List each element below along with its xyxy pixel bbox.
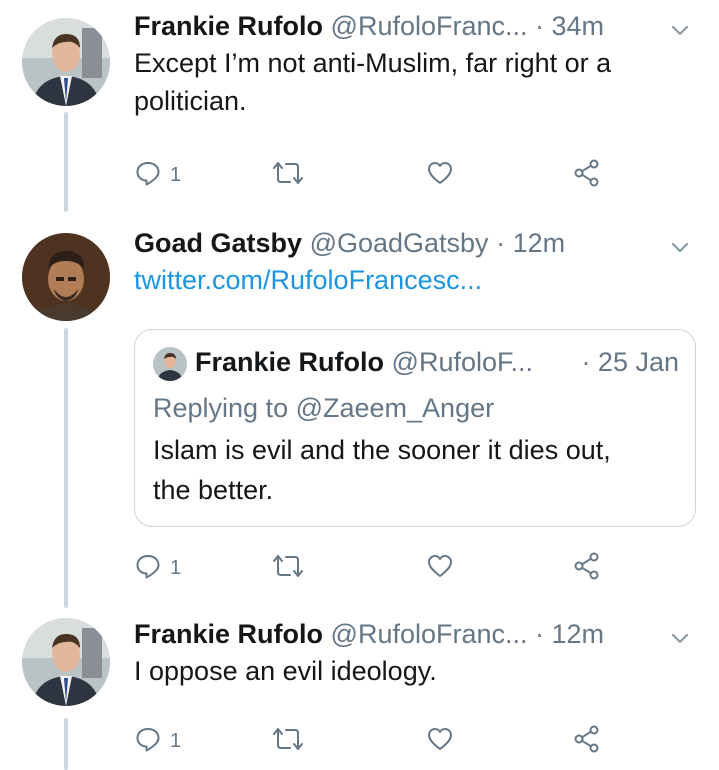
tweet-actions: 1 <box>134 551 614 586</box>
tweet[interactable]: Frankie Rufolo @RufoloFranc... · 34m Exc… <box>0 0 719 205</box>
share-button[interactable] <box>572 551 602 586</box>
reply-button[interactable]: 1 <box>134 553 181 583</box>
tweet-text: I oppose an evil ideology. <box>134 652 699 690</box>
quoted-text-line: Islam is evil and the sooner it dies out… <box>153 435 611 465</box>
tweet-text-line: I oppose an evil ideology. <box>134 656 437 686</box>
author-handle[interactable]: @RufoloFranc... <box>331 11 528 41</box>
reply-count: 1 <box>170 163 182 186</box>
tweet-time[interactable]: · 12m <box>496 228 565 258</box>
share-icon <box>572 724 602 759</box>
avatar[interactable] <box>22 18 110 106</box>
author-name[interactable]: Goad Gatsby <box>134 228 302 258</box>
retweet-icon <box>272 159 304 192</box>
tweet-header: Frankie Rufolo @RufoloFranc... · 34m <box>134 8 699 44</box>
author-handle[interactable]: @GoadGatsby <box>310 228 489 258</box>
reply-icon <box>134 725 162 758</box>
retweet-button[interactable] <box>272 160 304 190</box>
quoted-tweet[interactable]: Frankie Rufolo @RufoloF... · 25 Jan Repl… <box>134 329 696 527</box>
tweet-actions: 1 <box>134 158 614 193</box>
reply-count: 1 <box>170 556 182 579</box>
replying-to: Replying to @Zaeem_Anger <box>153 393 495 423</box>
reply-count: 1 <box>170 729 182 752</box>
reply-icon <box>134 552 162 585</box>
quoted-text-line: the better. <box>153 475 274 505</box>
heart-icon <box>426 552 454 585</box>
tweet-actions: 1 <box>134 724 614 759</box>
quoted-author-handle: @RufoloF... <box>391 347 533 377</box>
author-name[interactable]: Frankie Rufolo <box>134 11 323 41</box>
tweet-text-line: Except I’m not anti-Muslim, far right or… <box>134 48 612 78</box>
tweet-link[interactable]: twitter.com/RufoloFrancesc... <box>134 261 699 299</box>
share-icon <box>572 551 602 586</box>
tweet-text: Except I’m not anti-Muslim, far right or… <box>134 44 699 120</box>
tweet-header: Frankie Rufolo @RufoloFranc... · 12m <box>134 616 699 652</box>
heart-icon <box>426 725 454 758</box>
quoted-author-name: Frankie Rufolo <box>195 347 385 377</box>
heart-icon <box>426 159 454 192</box>
share-button[interactable] <box>572 724 602 759</box>
tweet-text-line: politician. <box>134 86 247 116</box>
retweet-button[interactable] <box>272 553 304 583</box>
tweet[interactable]: Frankie Rufolo @RufoloFranc... · 12m I o… <box>0 600 719 770</box>
quoted-tweet-time: · 25 Jan <box>581 347 679 377</box>
reply-button[interactable]: 1 <box>134 726 181 756</box>
like-button[interactable] <box>426 553 454 583</box>
tweet[interactable]: Goad Gatsby @GoadGatsby · 12m twitter.co… <box>0 205 719 600</box>
avatar[interactable] <box>22 618 110 706</box>
chevron-down-icon[interactable] <box>669 231 691 267</box>
reply-button[interactable]: 1 <box>134 160 181 190</box>
reply-icon <box>134 159 162 192</box>
tweet-thread: Frankie Rufolo @RufoloFranc... · 34m Exc… <box>0 0 719 770</box>
retweet-icon <box>272 725 304 758</box>
retweet-button[interactable] <box>272 726 304 756</box>
tweet-time[interactable]: · 34m <box>535 11 604 41</box>
share-icon <box>572 158 602 193</box>
quoted-tweet-header: Frankie Rufolo @RufoloF... · 25 Jan <box>153 344 679 381</box>
like-button[interactable] <box>426 160 454 190</box>
tweet-header: Goad Gatsby @GoadGatsby · 12m <box>134 225 699 261</box>
like-button[interactable] <box>426 726 454 756</box>
author-handle[interactable]: @RufoloFranc... <box>331 619 528 649</box>
quoted-avatar <box>153 346 187 381</box>
avatar[interactable] <box>22 233 110 321</box>
author-name[interactable]: Frankie Rufolo <box>134 619 323 649</box>
chevron-down-icon[interactable] <box>669 14 691 50</box>
tweet-time[interactable]: · 12m <box>535 619 604 649</box>
tweet-text: twitter.com/RufoloFrancesc... <box>134 261 699 299</box>
share-button[interactable] <box>572 158 602 193</box>
chevron-down-icon[interactable] <box>669 622 691 658</box>
quoted-tweet-text: Islam is evil and the sooner it dies out… <box>153 430 681 510</box>
retweet-icon <box>272 552 304 585</box>
